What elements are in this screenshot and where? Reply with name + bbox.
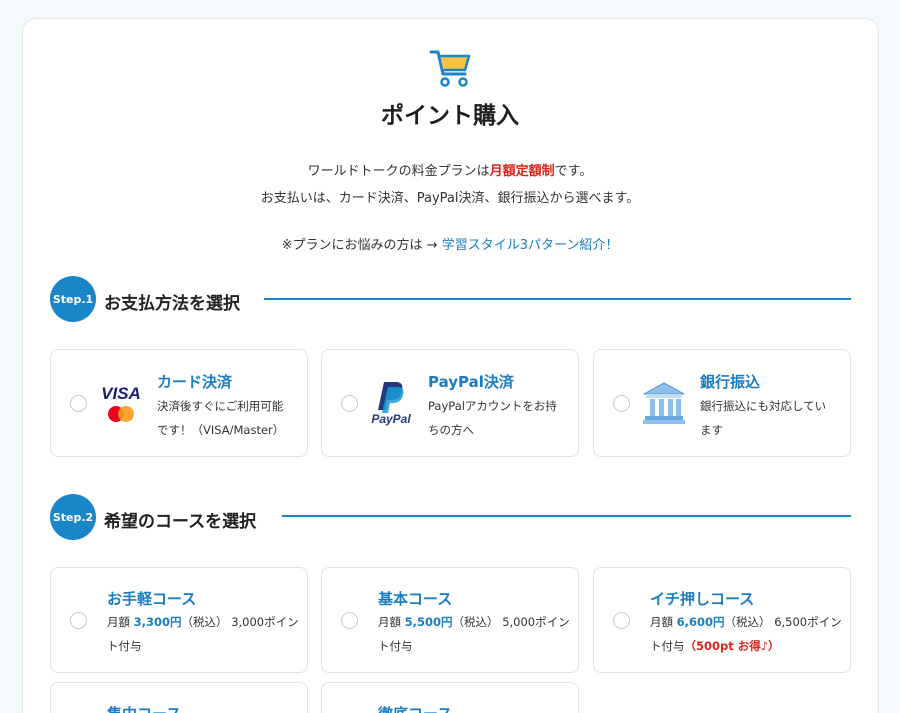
svg-text:VISA: VISA	[101, 384, 141, 403]
payment-bank-title: 銀行振込	[700, 373, 761, 391]
monthly-flat-rate-highlight: 月額定額制	[489, 164, 555, 179]
step1-badge: Step.1	[50, 276, 96, 322]
payment-bank-desc: 銀行振込にも対応してい ます	[700, 399, 827, 437]
step2-badge: Step.2	[50, 494, 96, 540]
page-title: ポイント購入	[381, 103, 519, 129]
course-light-radio[interactable]	[70, 612, 87, 629]
course-option-recommended[interactable]: イチ押しコース 月額 6,600円（税込） 6,500ポイン ト付与（500pt…	[593, 567, 851, 673]
intro-text: ワールドトークの料金プランは月額定額制です。	[307, 164, 593, 179]
course-intensive-title: 集中コース	[107, 703, 181, 713]
plan-help-text: ※プランにお悩みの方は → 学習スタイル3パターン紹介！	[281, 238, 619, 253]
bonus-points-badge: （500pt お得♪）	[684, 639, 780, 653]
paypal-icon: PayPal	[371, 382, 411, 426]
course-recommended-desc: 月額 6,600円（税込） 6,500ポイン ト付与（500pt お得♪）	[650, 615, 842, 653]
shopping-cart-icon	[429, 50, 471, 87]
payment-option-bank[interactable]: 銀行振込 銀行振込にも対応してい ます	[593, 349, 851, 457]
course-basic-desc: 月額 5,500円（税込） 5,000ポイン ト付与	[378, 615, 570, 653]
payment-paypal-radio[interactable]	[341, 395, 358, 412]
course-thorough-title: 徹底コース	[378, 703, 452, 713]
step1-title: お支払方法を選択	[104, 294, 240, 314]
step2-title: 希望のコースを選択	[104, 512, 257, 532]
course-recommended-radio[interactable]	[613, 612, 630, 629]
payment-option-paypal[interactable]: PayPal PayPal決済 PayPalアカウントをお持 ちの方へ	[321, 349, 579, 457]
payment-methods-text: お支払いは、カード決済、PayPal決済、銀行振込から選べます。	[260, 191, 640, 206]
step1-divider	[264, 298, 851, 300]
course-option-basic[interactable]: 基本コース 月額 5,500円（税込） 5,000ポイン ト付与	[321, 567, 579, 673]
payment-card-title: カード決済	[157, 373, 233, 391]
payment-bank-radio[interactable]	[613, 395, 630, 412]
learning-style-link[interactable]: 学習スタイル3パターン紹介！	[442, 238, 619, 253]
svg-text:PayPal: PayPal	[371, 412, 411, 426]
course-basic-radio[interactable]	[341, 612, 358, 629]
payment-option-card[interactable]: VISA カード決済 決済後すぐにご利用可能 です！（VISA/Master）	[50, 349, 308, 457]
course-basic-title: 基本コース	[378, 590, 453, 608]
course-light-title: お手軽コース	[107, 590, 197, 608]
course-option-light[interactable]: お手軽コース 月額 3,300円（税込） 3,000ポイン ト付与	[50, 567, 308, 673]
payment-card-radio[interactable]	[70, 395, 87, 412]
course-recommended-title: イチ押しコース	[650, 590, 755, 608]
visa-mastercard-icon: VISA	[101, 384, 141, 422]
payment-paypal-desc: PayPalアカウントをお持 ちの方へ	[428, 399, 557, 437]
step2-divider	[282, 515, 851, 517]
course-option-intensive[interactable]: 集中コース	[50, 682, 308, 713]
payment-paypal-title: PayPal決済	[428, 373, 514, 391]
course-option-thorough[interactable]: 徹底コース	[321, 682, 579, 713]
payment-card-desc: 決済後すぐにご利用可能 です！（VISA/Master）	[157, 399, 285, 437]
bank-icon	[643, 382, 685, 424]
course-light-desc: 月額 3,300円（税込） 3,000ポイン ト付与	[107, 615, 299, 653]
